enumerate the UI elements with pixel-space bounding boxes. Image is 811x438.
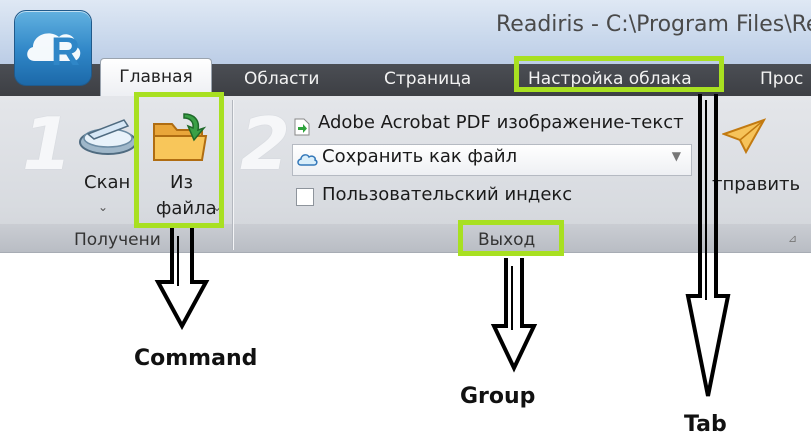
annotation-arrows	[154, 94, 731, 397]
group-arrow	[490, 258, 538, 373]
annotation-group: Group	[460, 384, 536, 409]
annotation-command: Command	[134, 346, 258, 371]
command-arrow	[154, 228, 210, 331]
tab-arrow	[685, 94, 731, 397]
annotation-tab: Tab	[684, 412, 727, 437]
